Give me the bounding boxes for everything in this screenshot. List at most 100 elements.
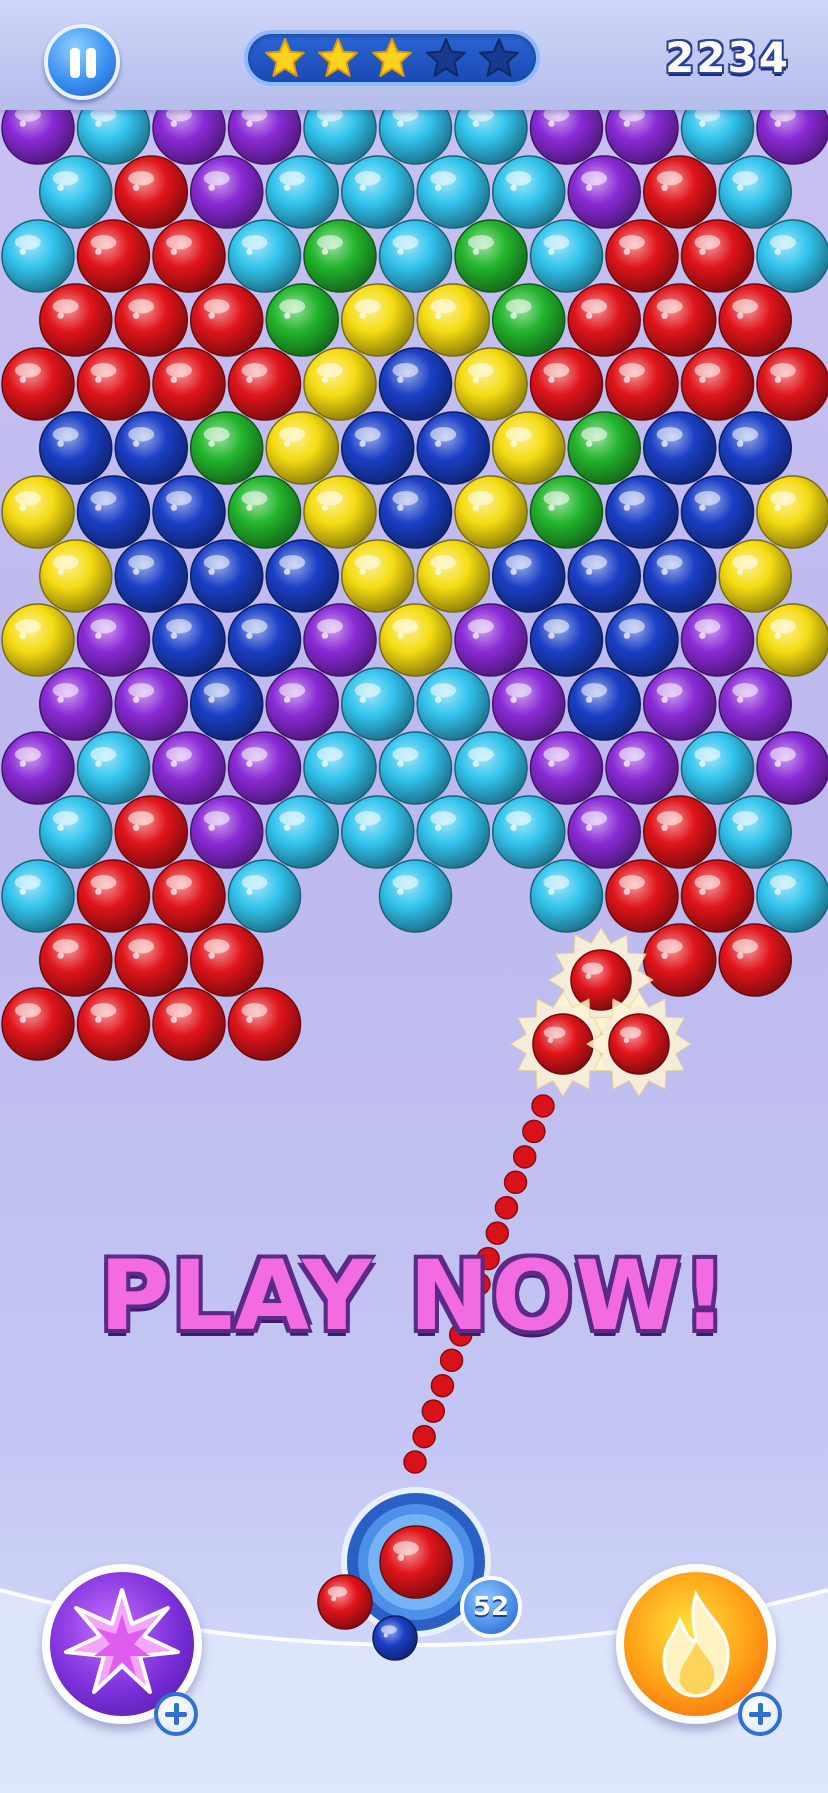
aim-dot xyxy=(494,1195,519,1220)
bubble-red xyxy=(152,859,226,933)
bubble-green xyxy=(454,219,528,293)
bubble-cyan xyxy=(378,219,453,293)
bubble-green xyxy=(303,219,377,293)
bubble-red xyxy=(152,347,226,421)
bubble-purple xyxy=(492,667,566,741)
bubble-cyan xyxy=(39,155,113,229)
bubble-red xyxy=(76,859,151,933)
bubble-yellow xyxy=(416,539,490,613)
bubble-blue xyxy=(190,667,264,741)
bubble-purple xyxy=(718,667,792,741)
bubble-blue xyxy=(529,603,604,677)
bubble-blue xyxy=(152,475,226,549)
bubble-purple xyxy=(39,667,113,741)
bubble-red xyxy=(643,155,717,229)
bubble-blue xyxy=(605,603,679,677)
bubble-cyan xyxy=(341,795,415,869)
star-progress-bar xyxy=(244,30,540,86)
bubble-blue xyxy=(567,539,641,613)
bubble-purple xyxy=(190,795,264,869)
bubble-yellow xyxy=(341,283,415,357)
flame-icon xyxy=(662,1590,730,1698)
bubble-yellow xyxy=(265,411,339,485)
star-filled-icon xyxy=(264,38,305,77)
bubble-cyan xyxy=(756,859,828,933)
bubble-yellow xyxy=(454,475,528,549)
play-now-banner[interactable]: PLAY NOW! xyxy=(0,1240,828,1352)
bubble-red xyxy=(605,859,679,933)
bubble-green xyxy=(492,283,566,357)
bubble-red xyxy=(227,987,302,1061)
bubble-red xyxy=(76,987,151,1061)
bubble-purple xyxy=(152,731,226,805)
bubble-red xyxy=(114,923,188,997)
bubble-yellow xyxy=(454,347,528,421)
bubble-blue xyxy=(76,475,151,549)
add-burst-booster-button[interactable] xyxy=(154,1692,198,1736)
bubble-purple xyxy=(605,731,679,805)
bubble-yellow xyxy=(718,539,792,613)
bubble-blue xyxy=(492,539,566,613)
bubble-blue xyxy=(643,539,717,613)
pause-button[interactable] xyxy=(44,24,120,100)
bubble-blue xyxy=(227,603,302,677)
bubble-green xyxy=(265,283,339,357)
bubble-blue xyxy=(378,475,453,549)
score-counter: 2234 xyxy=(665,33,790,82)
bubble-field[interactable] xyxy=(0,0,828,1793)
bubble-purple xyxy=(680,603,755,677)
bubble-red xyxy=(643,283,717,357)
bubble-yellow xyxy=(756,475,828,549)
bubble-blue xyxy=(643,411,717,485)
bubble-cyan xyxy=(756,219,828,293)
bubble-red xyxy=(680,347,755,421)
bubble-blue xyxy=(152,603,226,677)
bubble-red xyxy=(643,923,717,997)
bubble-cyan xyxy=(76,731,151,805)
bubble-red xyxy=(114,155,188,229)
bubble-red xyxy=(529,347,604,421)
bubble-cyan xyxy=(492,155,566,229)
bubble-green xyxy=(227,475,302,549)
ammo-count-badge: 52 xyxy=(460,1576,522,1638)
bubble-cyan xyxy=(227,859,302,933)
aim-dot xyxy=(430,1373,455,1398)
bubble-cyan xyxy=(378,731,453,805)
aim-dot xyxy=(403,1450,427,1474)
add-fire-booster-button[interactable] xyxy=(738,1692,782,1736)
bubble-blue xyxy=(605,475,679,549)
bubble-cyan xyxy=(416,667,490,741)
bubble-red xyxy=(190,923,264,997)
bubble-red xyxy=(114,283,188,357)
aim-dot xyxy=(531,1094,555,1118)
bubble-red xyxy=(605,219,679,293)
bubble-cyan xyxy=(378,859,453,933)
aim-dot xyxy=(439,1348,464,1373)
popping-bubble-core xyxy=(608,1013,670,1075)
bubble-purple xyxy=(190,155,264,229)
bubble-blue xyxy=(190,539,264,613)
bubble-yellow xyxy=(416,283,490,357)
star-empty-icon xyxy=(425,38,466,77)
bubble-yellow xyxy=(39,539,113,613)
bubble-purple xyxy=(756,731,828,805)
bubble-green xyxy=(190,411,264,485)
bubble-blue xyxy=(265,539,339,613)
bubble-cyan xyxy=(265,795,339,869)
bubble-purple xyxy=(227,731,302,805)
bubble-red xyxy=(643,795,717,869)
bubble-yellow xyxy=(303,475,377,549)
bubble-purple xyxy=(567,795,641,869)
bubble-red xyxy=(39,283,113,357)
bubble-cyan xyxy=(416,155,490,229)
bubble-cyan xyxy=(529,859,604,933)
bubble-cyan xyxy=(1,219,75,293)
bubble-cyan xyxy=(265,155,339,229)
bubble-yellow xyxy=(378,603,453,677)
bubble-green xyxy=(567,411,641,485)
bubble-red xyxy=(680,219,755,293)
bubble-cyan xyxy=(680,731,755,805)
bubble-red xyxy=(1,987,75,1061)
bubble-red xyxy=(152,219,226,293)
popping-bubble-core xyxy=(532,1013,594,1075)
